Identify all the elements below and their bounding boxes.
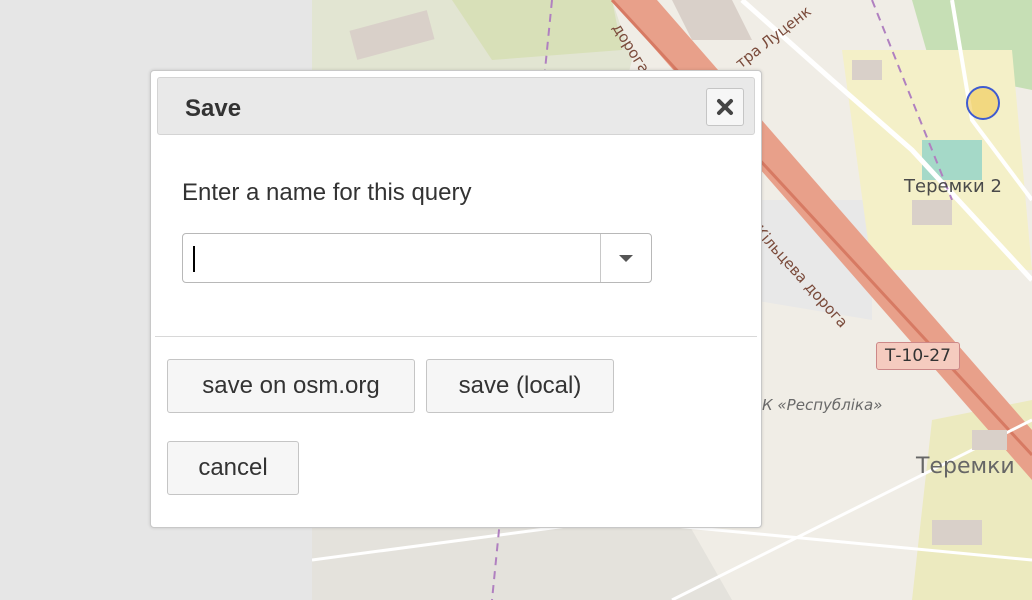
close-icon [717,99,733,115]
save-osm-button[interactable]: save on osm.org [167,359,415,413]
dropdown-toggle[interactable] [600,234,651,282]
dialog-divider [155,336,757,337]
app-window: дорога тра Луценк Кільцева дорога Теремк… [0,0,1032,600]
save-dialog: Save Enter a name for this query save on… [150,70,762,528]
route-shield: Т-10-27 [876,342,960,370]
map-label-poi: К «Республіка» [762,396,883,414]
query-name-combobox[interactable] [182,233,652,283]
close-button[interactable] [706,88,744,126]
map-marker-circle[interactable] [966,86,1000,120]
chevron-down-icon [619,254,633,262]
dialog-titlebar[interactable]: Save [157,77,755,135]
query-name-input[interactable] [183,234,601,282]
map-label-district: Теремки [916,454,1015,479]
query-name-label: Enter a name for this query [182,179,472,206]
map-label-district: Теремки 2 [904,176,1002,197]
dialog-title: Save [185,95,242,122]
save-local-button[interactable]: save (local) [426,359,614,413]
cancel-button[interactable]: cancel [167,441,299,495]
text-cursor [193,246,195,272]
